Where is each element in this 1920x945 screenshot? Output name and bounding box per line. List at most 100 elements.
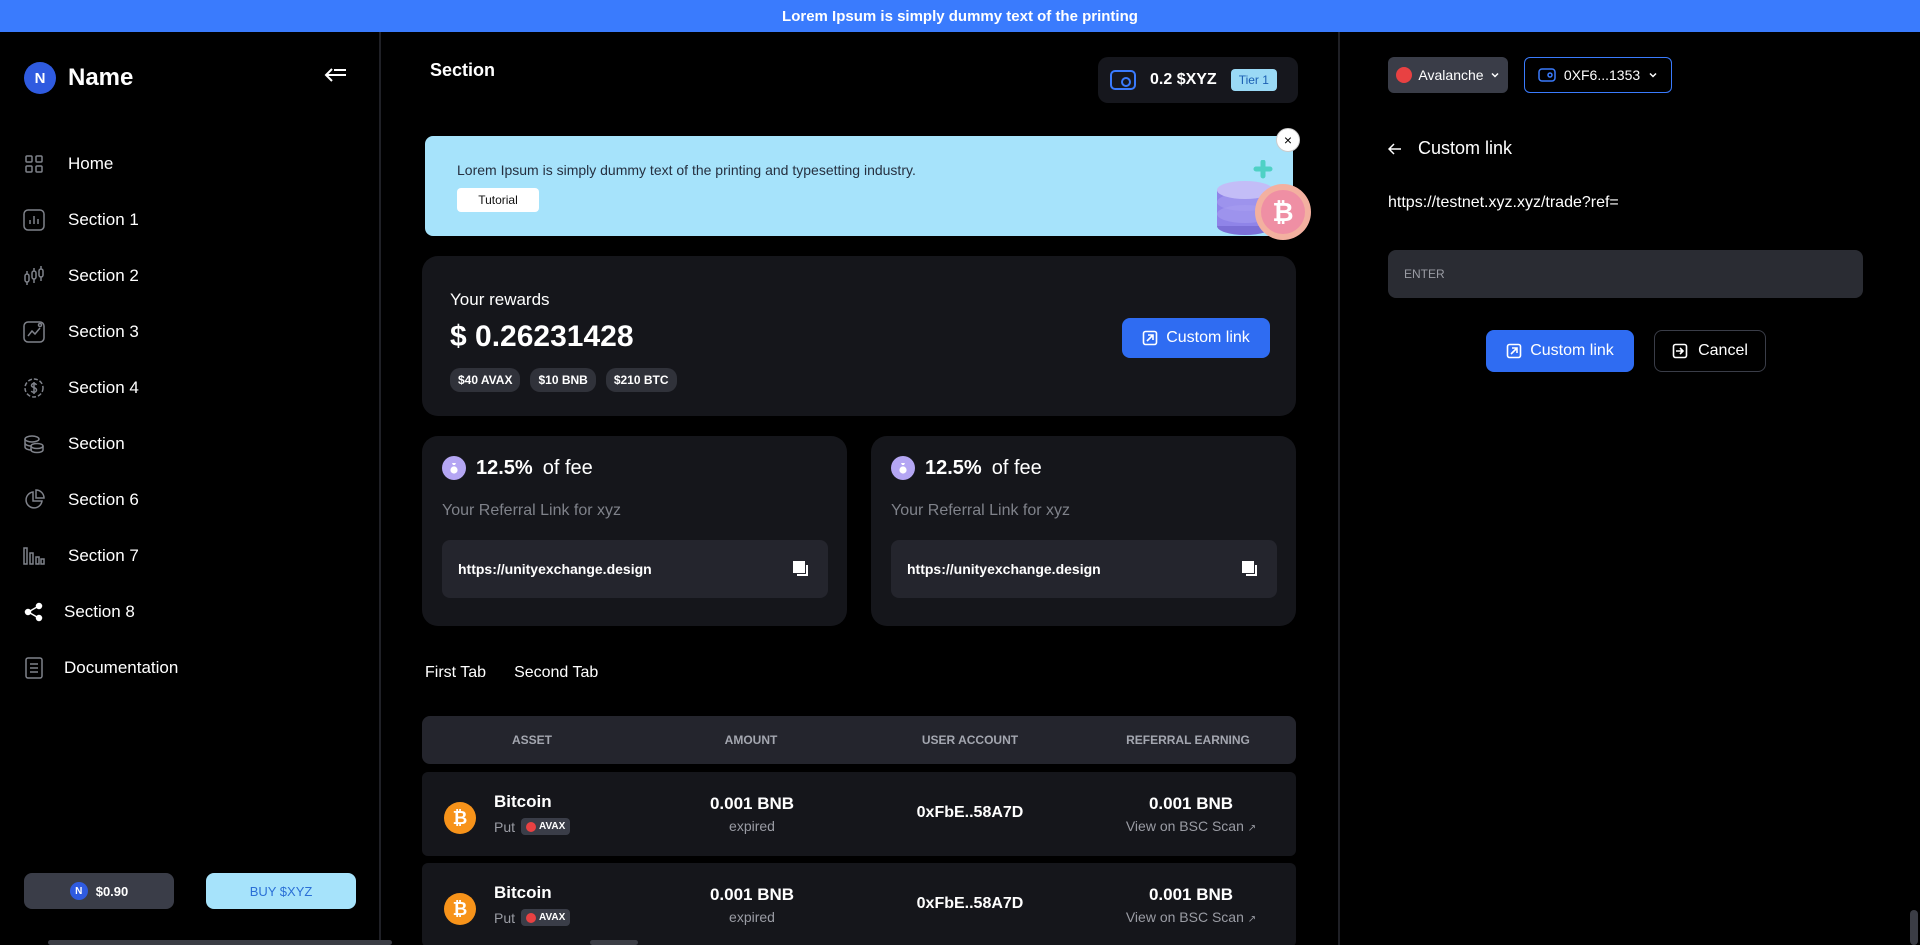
column-header[interactable]: REFERRAL EARNING bbox=[1080, 733, 1296, 747]
back-button[interactable]: Custom link bbox=[1388, 138, 1512, 159]
sidebar-scrollbar[interactable] bbox=[48, 940, 392, 945]
referral-subtitle: Your Referral Link for xyz bbox=[891, 502, 1071, 519]
amount-cell: 0.001 BNB expired bbox=[668, 794, 836, 834]
sidebar-item-documentation[interactable]: Documentation bbox=[22, 640, 362, 696]
announcement-bar: Lorem Ipsum is simply dummy text of the … bbox=[0, 0, 1920, 32]
submit-label: Custom link bbox=[1530, 342, 1614, 359]
asset-cell: ₿ Bitcoin Put AVAX bbox=[444, 883, 571, 926]
account-cell: 0xFbE..58A7D bbox=[886, 895, 1054, 913]
collapse-sidebar-button[interactable] bbox=[322, 62, 350, 90]
page-scrollbar-track bbox=[1908, 32, 1920, 945]
sidebar-item-section-1[interactable]: Section 1 bbox=[22, 192, 362, 248]
sidebar-item-label: Section bbox=[68, 434, 125, 453]
sidebar: N Name Home Section 1 Section 2 Section … bbox=[0, 32, 381, 945]
sidebar-item-label: Section 6 bbox=[68, 490, 139, 509]
sidebar-item-section-7[interactable]: Section 7 bbox=[22, 528, 362, 584]
table-row[interactable]: ₿ Bitcoin Put AVAX 0.001 BNB expired 0xF… bbox=[422, 863, 1296, 945]
wallet-address: 0XF6...1353 bbox=[1563, 67, 1641, 83]
amount-status: expired bbox=[729, 818, 775, 834]
pie-icon bbox=[22, 488, 46, 512]
brand-logo: N bbox=[24, 62, 56, 94]
external-link-icon bbox=[1506, 343, 1522, 359]
svg-text:₿: ₿ bbox=[1272, 197, 1293, 227]
referral-card: 12.5% of fee Your Referral Link for xyz … bbox=[871, 436, 1296, 626]
table-header: ASSET AMOUNT USER ACCOUNT REFERRAL EARNI… bbox=[422, 716, 1296, 764]
copy-icon[interactable] bbox=[792, 560, 810, 578]
cancel-label: Cancel bbox=[1698, 342, 1748, 359]
column-header[interactable]: ASSET bbox=[422, 733, 642, 747]
earning-cell: 0.001 BNB View on BSC Scan ↗ bbox=[1102, 885, 1280, 925]
column-header[interactable]: AMOUNT bbox=[642, 733, 860, 747]
network-selector[interactable]: Avalanche bbox=[1388, 57, 1508, 93]
token-badge: $210 BTC bbox=[605, 368, 677, 392]
option-type: Put bbox=[494, 818, 516, 835]
rewards-card: Your rewards $ 0.26231428 $40 AVAX $10 B… bbox=[422, 256, 1296, 416]
wallet-address-selector[interactable]: 0XF6...1353 bbox=[1524, 57, 1672, 93]
amount-value: 0.001 BNB bbox=[709, 885, 795, 904]
bsc-scan-link[interactable]: View on BSC Scan ↗ bbox=[1126, 818, 1256, 834]
asset-cell: ₿ Bitcoin Put AVAX bbox=[444, 792, 571, 835]
earning-value: 0.001 BNB bbox=[1148, 885, 1234, 904]
tier-badge: Tier 1 bbox=[1230, 69, 1277, 91]
submit-custom-link-button[interactable]: Custom link bbox=[1486, 330, 1634, 372]
page-scrollbar-thumb[interactable] bbox=[1910, 910, 1918, 945]
brand-name: Name bbox=[68, 64, 134, 91]
tab-second[interactable]: Second Tab bbox=[514, 664, 598, 682]
user-account: 0xFbE..58A7D bbox=[916, 804, 1024, 821]
option-type: Put bbox=[494, 909, 516, 926]
ref-code-input[interactable] bbox=[1388, 250, 1863, 298]
wallet-icon bbox=[1110, 70, 1136, 90]
custom-link-button[interactable]: Custom link bbox=[1122, 318, 1270, 358]
rewards-value: $ 0.26231428 bbox=[450, 320, 634, 353]
token-logo: N bbox=[69, 882, 88, 900]
sidebar-item-label: Section 7 bbox=[68, 546, 139, 565]
copy-icon[interactable] bbox=[1241, 560, 1259, 578]
amount-status: expired bbox=[729, 909, 775, 925]
bsc-scan-link[interactable]: View on BSC Scan ↗ bbox=[1126, 909, 1256, 925]
fee-heading: 12.5% of fee bbox=[442, 456, 593, 480]
sidebar-item-home[interactable]: Home bbox=[22, 136, 362, 192]
referral-link-field[interactable]: https://unityexchange.design bbox=[891, 540, 1277, 598]
chevron-down-icon bbox=[1649, 72, 1657, 78]
coins-icon bbox=[22, 432, 46, 456]
chain-label: AVAX bbox=[539, 821, 566, 832]
sidebar-item-label: Section 4 bbox=[68, 378, 139, 397]
sidebar-nav: Home Section 1 Section 2 Section 3 Secti… bbox=[22, 136, 362, 696]
chain-badge: AVAX bbox=[521, 818, 571, 835]
table-row[interactable]: ₿ Bitcoin Put AVAX 0.001 BNB expired 0xF… bbox=[422, 772, 1296, 856]
network-name: Avalanche bbox=[1418, 67, 1484, 83]
close-banner-button[interactable]: × bbox=[1276, 128, 1300, 152]
user-account: 0xFbE..58A7D bbox=[916, 895, 1024, 912]
reward-tokens: $40 AVAX $10 BNB $210 BTC bbox=[450, 368, 677, 392]
brand[interactable]: N Name bbox=[24, 62, 133, 94]
tab-first[interactable]: First Tab bbox=[425, 664, 486, 682]
chevron-down-icon bbox=[1491, 72, 1499, 78]
sidebar-item-section-3[interactable]: Section 3 bbox=[22, 304, 362, 360]
sidebar-item-section-4[interactable]: Section 4 bbox=[22, 360, 362, 416]
page-title: Section bbox=[430, 60, 496, 80]
fee-percent: 12.5% bbox=[925, 456, 982, 479]
cancel-button[interactable]: Cancel bbox=[1654, 330, 1766, 372]
column-header[interactable]: USER ACCOUNT bbox=[860, 733, 1080, 747]
banner-text: Lorem Ipsum is simply dummy text of the … bbox=[457, 162, 916, 178]
referral-link-field[interactable]: https://unityexchange.design bbox=[442, 540, 828, 598]
rewards-label: Your rewards bbox=[450, 290, 550, 309]
earning-value: 0.001 BNB bbox=[1148, 794, 1234, 813]
custom-link-label: Custom link bbox=[1166, 329, 1250, 346]
sidebar-item-section-2[interactable]: Section 2 bbox=[22, 248, 362, 304]
referral-card: 12.5% of fee Your Referral Link for xyz … bbox=[422, 436, 847, 626]
share-icon bbox=[22, 600, 46, 624]
sidebar-item-section-5[interactable]: Section bbox=[22, 416, 362, 472]
tutorial-banner: Lorem Ipsum is simply dummy text of the … bbox=[425, 136, 1311, 240]
sidebar-item-section-6[interactable]: Section 6 bbox=[22, 472, 362, 528]
buy-token-button[interactable]: BUY $XYZ bbox=[206, 873, 356, 909]
wallet-amount: 0.2 $XYZ bbox=[1150, 71, 1217, 88]
wallet-balance[interactable]: 0.2 $XYZ Tier 1 bbox=[1098, 57, 1298, 103]
tutorial-button[interactable]: Tutorial bbox=[457, 188, 539, 212]
main-scrollbar[interactable] bbox=[590, 940, 638, 945]
grid-icon bbox=[22, 152, 46, 176]
sidebar-item-section-8[interactable]: Section 8 bbox=[22, 584, 362, 640]
avalanche-icon bbox=[1396, 67, 1413, 83]
bsc-scan-label: View on BSC Scan bbox=[1125, 909, 1244, 925]
external-link-icon: ↗ bbox=[1247, 823, 1257, 834]
